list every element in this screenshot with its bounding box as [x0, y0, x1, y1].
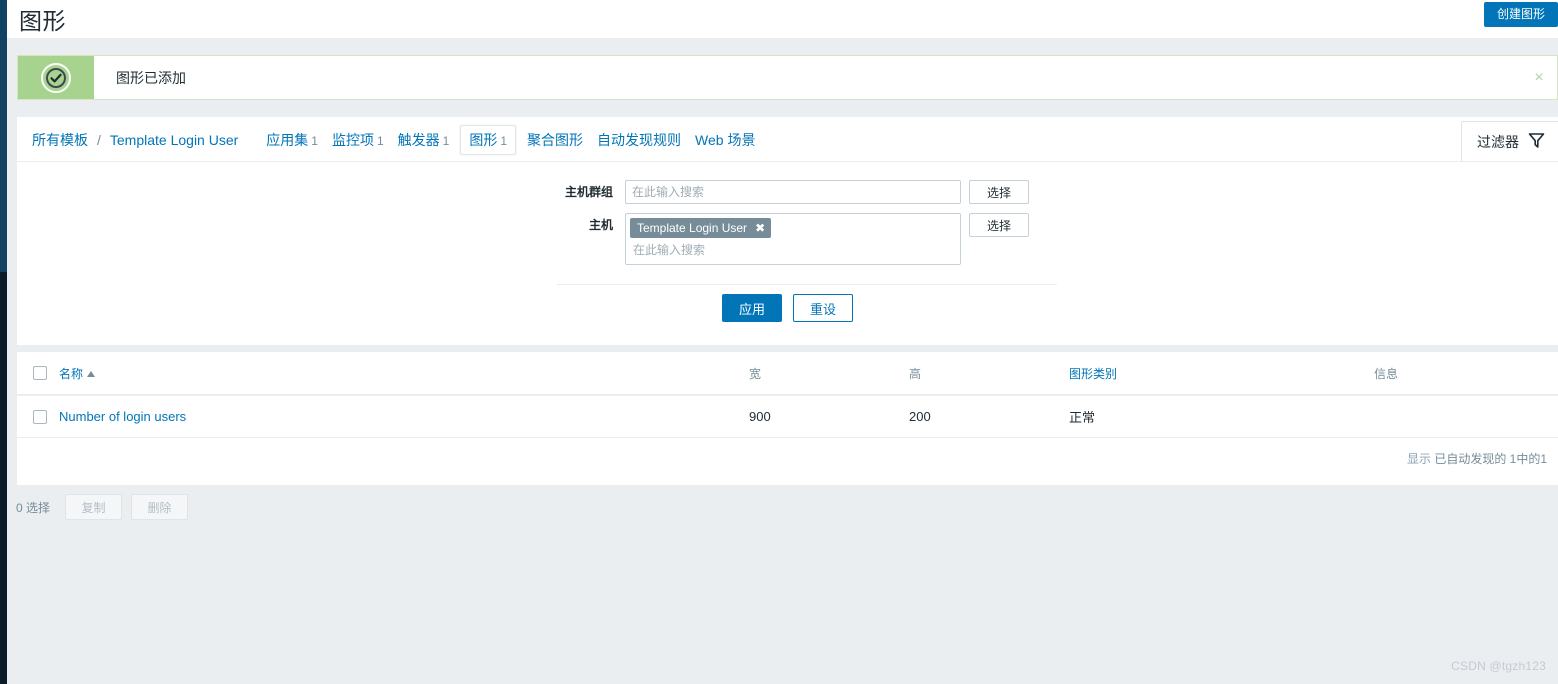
delete-button[interactable]: 删除	[131, 494, 189, 520]
message-icon-container	[18, 56, 94, 99]
tab-items[interactable]: 监控项 1	[332, 130, 384, 150]
select-all-checkbox[interactable]	[33, 366, 47, 381]
tab-web-scenarios-label: Web 场景	[695, 131, 756, 148]
table: 名称 宽 高 图形类别 信息 Number of login users 900…	[17, 352, 1558, 438]
host-multiselect[interactable]: Template Login User ✖	[625, 213, 961, 265]
row-height-cell: 200	[909, 395, 1069, 438]
action-bar: 0 选择 复制 删除	[7, 487, 1558, 527]
row-name-cell: Number of login users	[59, 395, 749, 438]
tab-web-scenarios[interactable]: Web 场景	[695, 130, 755, 150]
apply-button[interactable]: 应用	[722, 294, 782, 322]
column-header-graph-type[interactable]: 图形类别	[1069, 352, 1374, 396]
tab-applications-count: 1	[311, 133, 318, 148]
tab-graphs-label: 图形	[469, 131, 498, 148]
copy-button[interactable]: 复制	[65, 494, 123, 520]
breadcrumb-template-name[interactable]: Template Login User	[110, 132, 238, 148]
message-text: 图形已添加	[94, 56, 1521, 99]
host-chip[interactable]: Template Login User ✖	[630, 218, 772, 238]
tab-screens-label: 聚合图形	[527, 131, 584, 148]
filter-divider	[557, 284, 1057, 285]
tab-applications[interactable]: 应用集 1	[266, 130, 318, 150]
filter-row-host: 主机 Template Login User ✖ 选择	[17, 213, 1558, 265]
table-footer: 显示 已自动发现的 1中的1	[1407, 450, 1547, 467]
host-group-select-button[interactable]: 选择	[969, 180, 1029, 204]
table-header-row: 名称 宽 高 图形类别 信息	[17, 352, 1558, 396]
tab-items-label: 监控项	[331, 131, 374, 148]
filter-row-host-group: 主机群组 选择	[17, 180, 1558, 204]
reset-button[interactable]: 重设	[793, 294, 853, 322]
sort-ascending-icon	[87, 371, 96, 378]
page-header: 图形 创建图形	[7, 0, 1558, 38]
filter-fields: 主机群组 选择 主机 Template Login User ✖ 选择	[17, 180, 1558, 274]
selected-count-label: 0 选择	[16, 500, 51, 515]
sidebar-strip-lower	[0, 272, 7, 684]
column-header-height: 高	[909, 352, 1069, 396]
breadcrumb: 所有模板 / Template Login User 应用集 1 监控项 1 触发器…	[17, 117, 1558, 162]
create-graph-button[interactable]: 创建图形	[1483, 2, 1558, 27]
tab-items-count: 1	[376, 133, 384, 148]
tab-graphs-count: 1	[500, 133, 508, 148]
graph-name-link[interactable]: Number of login users	[59, 409, 186, 424]
column-header-info: 信息	[1374, 352, 1558, 396]
row-width-cell: 900	[749, 395, 909, 438]
app-root: 图形 创建图形 图形已添加 × 所有模板 / Template Login Us…	[0, 0, 1558, 684]
host-label: 主机	[588, 218, 613, 232]
column-header-width: 宽	[749, 352, 909, 396]
tab-screens[interactable]: 聚合图形	[527, 130, 583, 150]
tab-triggers-count: 1	[442, 133, 450, 148]
breadcrumb-separator: /	[97, 131, 101, 148]
table-footer-text: 已自动发现的 1中的1	[1434, 452, 1547, 466]
chip-remove-icon[interactable]: ✖	[755, 221, 765, 235]
table-head: 名称 宽 高 图形类别 信息	[17, 352, 1558, 396]
row-select-cell	[17, 395, 59, 438]
host-select-button[interactable]: 选择	[969, 213, 1029, 237]
row-info-cell	[1374, 395, 1558, 438]
filter-tab[interactable]: 过滤器	[1461, 121, 1558, 162]
host-chip-label: Template Login User	[637, 221, 748, 235]
filter-funnel-icon	[1528, 132, 1545, 152]
tab-triggers-label: 触发器	[397, 131, 440, 148]
close-icon[interactable]: ×	[1521, 56, 1557, 99]
table-footer-prefix: 显示	[1406, 452, 1431, 466]
breadcrumb-all-templates[interactable]: 所有模板	[32, 130, 88, 150]
tab-triggers[interactable]: 触发器 1	[398, 130, 450, 150]
row-graph-type-cell: 正常	[1069, 395, 1374, 438]
filter-panel: 主机群组 选择 主机 Template Login User ✖ 选择 应用 重	[17, 162, 1558, 345]
host-search-input[interactable]	[630, 241, 956, 260]
page-title: 图形	[19, 8, 66, 34]
sidebar-strip	[0, 0, 7, 684]
success-message-banner: 图形已添加 ×	[17, 55, 1558, 100]
tab-graphs[interactable]: 图形 1	[460, 124, 517, 155]
host-group-label: 主机群组	[564, 185, 613, 199]
select-all-header	[17, 352, 59, 396]
column-header-name[interactable]: 名称	[59, 352, 749, 396]
row-checkbox[interactable]	[33, 410, 47, 425]
table-row: Number of login users 900 200 正常	[17, 395, 1558, 438]
tab-discovery-rules[interactable]: 自动发现规则	[597, 130, 681, 150]
table-body: Number of login users 900 200 正常	[17, 395, 1558, 438]
watermark: CSDN @tgzh123	[1451, 659, 1546, 673]
check-circle-icon	[41, 62, 71, 93]
host-group-input[interactable]	[625, 180, 961, 204]
tab-applications-label: 应用集	[266, 131, 309, 148]
tab-discovery-rules-label: 自动发现规则	[597, 131, 682, 148]
filter-tab-label: 过滤器	[1477, 134, 1519, 150]
filter-actions: 应用 重设	[17, 294, 1558, 322]
column-header-name-label: 名称	[59, 366, 84, 381]
graph-list-table: 名称 宽 高 图形类别 信息 Number of login users 900…	[17, 352, 1558, 485]
